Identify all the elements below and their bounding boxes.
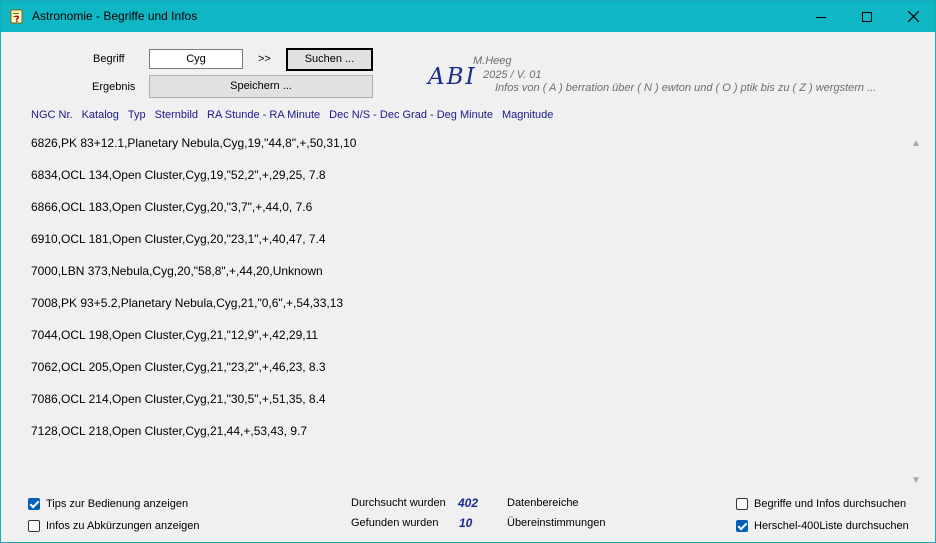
abbrev-checkbox-label[interactable]: Infos zu Abkürzungen anzeigen (46, 520, 200, 532)
version-label: 2025 / V. 01 (483, 69, 542, 81)
list-item[interactable]: 7086,OCL 214,Open Cluster,Cyg,21,"30,5",… (31, 392, 891, 424)
list-item[interactable]: 6826,PK 83+12.1,Planetary Nebula,Cyg,19,… (31, 136, 891, 168)
list-item[interactable]: 7044,OCL 198,Open Cluster,Cyg,21,"12,9",… (31, 328, 891, 360)
svg-text:?: ? (14, 15, 19, 24)
maximize-icon (862, 11, 872, 22)
column-header-constellation: Sternbild (154, 109, 199, 121)
searched-label: Durchsucht wurden (351, 497, 446, 509)
abi-logo: ABI (428, 64, 477, 90)
author-label: M.Heeg (473, 55, 512, 67)
list-item[interactable]: 7008,PK 93+5.2,Planetary Nebula,Cyg,21,"… (31, 296, 891, 328)
column-header-ra: RA Stunde - RA Minute (207, 109, 321, 121)
term-label: Begriff (93, 53, 125, 65)
column-header-type: Typ (127, 109, 146, 121)
list-item[interactable]: 6866,OCL 183,Open Cluster,Cyg,20,"3,7",+… (31, 200, 891, 232)
tagline-label: Infos von ( A ) berration über ( N ) ewt… (495, 82, 877, 94)
column-header-catalog: Katalog (81, 109, 119, 121)
minimize-icon (816, 16, 826, 18)
terms-checkbox-label[interactable]: Begriffe und Infos durchsuchen (754, 498, 906, 510)
found-count: 10 (459, 516, 473, 530)
result-label: Ergebnis (92, 81, 136, 93)
search-button[interactable]: Suchen ... (286, 48, 373, 71)
found-unit: Übereinstimmungen (507, 517, 606, 529)
maximize-button[interactable] (844, 1, 890, 32)
window-title: Astronomie - Begriffe und Infos (32, 9, 198, 23)
list-item[interactable]: 7000,LBN 373,Nebula,Cyg,20,"58,8",+,44,2… (31, 264, 891, 296)
tips-checkbox[interactable] (28, 498, 40, 510)
list-item[interactable]: 7128,OCL 218,Open Cluster,Cyg,21,44,+,53… (31, 424, 891, 456)
abbrev-checkbox[interactable] (28, 520, 40, 532)
arrows-label: >> (258, 53, 271, 65)
column-headers: NGC Nr. Katalog Typ Sternbild RA Stunde … (31, 109, 553, 121)
results-list[interactable]: 6826,PK 83+12.1,Planetary Nebula,Cyg,19,… (31, 136, 891, 456)
herschel-checkbox[interactable] (736, 520, 748, 532)
scroll-up-icon[interactable]: ▲ (911, 138, 921, 149)
column-header-magnitude: Magnitude (502, 109, 554, 121)
title-bar[interactable]: ? Astronomie - Begriffe und Infos (1, 1, 935, 32)
column-header-ngc: NGC Nr. (31, 109, 73, 121)
terms-checkbox[interactable] (736, 498, 748, 510)
column-header-dec: Dec N/S - Dec Grad - Deg Minute (329, 109, 493, 121)
scroll-down-icon[interactable]: ▼ (911, 475, 921, 486)
close-icon (907, 11, 919, 22)
found-label: Gefunden wurden (351, 517, 439, 529)
searched-count: 402 (458, 496, 479, 510)
list-item[interactable]: 6834,OCL 134,Open Cluster,Cyg,19,"52,2",… (31, 168, 891, 200)
app-window: ? Astronomie - Begriffe und Infos Begrif… (0, 0, 936, 543)
list-item[interactable]: 6910,OCL 181,Open Cluster,Cyg,20,"23,1",… (31, 232, 891, 264)
save-button[interactable]: Speichern ... (149, 75, 373, 98)
close-button[interactable] (890, 1, 936, 32)
app-icon: ? (10, 9, 23, 24)
term-input[interactable]: Cyg (149, 49, 243, 69)
herschel-checkbox-label[interactable]: Herschel-400Liste durchsuchen (754, 520, 909, 532)
tips-checkbox-label[interactable]: Tips zur Bedienung anzeigen (46, 498, 188, 510)
searched-unit: Datenbereiche (507, 497, 579, 509)
minimize-button[interactable] (798, 1, 844, 32)
list-item[interactable]: 7062,OCL 205,Open Cluster,Cyg,21,"23,2",… (31, 360, 891, 392)
